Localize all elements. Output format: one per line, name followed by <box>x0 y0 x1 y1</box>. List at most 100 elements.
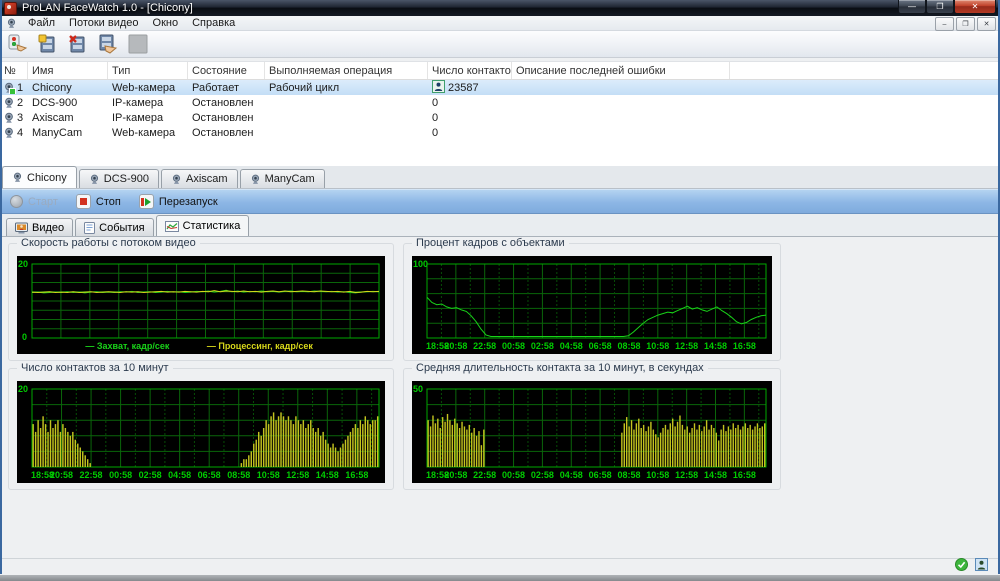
tab-video[interactable]: Видео <box>6 218 73 236</box>
tab-manycam[interactable]: ManyCam <box>240 169 325 188</box>
minimize-button[interactable]: — <box>898 0 926 14</box>
stop-button[interactable]: Стоп <box>76 194 121 209</box>
svg-text:16:58: 16:58 <box>345 470 368 480</box>
menubar: Файл Потоки видео Окно Справка – ❐ ✕ <box>0 16 1000 31</box>
window-title: ProLAN FaceWatch 1.0 - [Chicony] <box>22 2 193 14</box>
close-button[interactable]: ✕ <box>954 0 996 14</box>
row-number: 2 <box>17 97 23 109</box>
titlebar: ProLAN FaceWatch 1.0 - [Chicony] — ❐ ✕ <box>0 0 1000 16</box>
child-window-icon <box>6 18 17 29</box>
mdi-minimize-button[interactable]: – <box>935 17 954 31</box>
table-header: № Имя Тип Состояние Выполняемая операция… <box>0 62 1000 80</box>
svg-text:06:58: 06:58 <box>589 470 612 480</box>
svg-text:100: 100 <box>413 259 428 269</box>
start-button: Старт <box>10 195 58 208</box>
tab-chicony[interactable]: Chicony <box>2 166 77 188</box>
mdi-restore-button[interactable]: ❐ <box>956 17 975 31</box>
svg-text:20:58: 20:58 <box>444 341 467 351</box>
svg-text:02:58: 02:58 <box>139 470 162 480</box>
stream-hand-icon[interactable] <box>96 33 120 55</box>
svg-text:10:58: 10:58 <box>257 470 280 480</box>
webcam-icon <box>89 174 100 185</box>
app-logo-icon <box>4 2 17 15</box>
restart-button[interactable]: Перезапуск <box>139 194 218 209</box>
tab-label: Видео <box>32 222 64 234</box>
groupbox-title: Процент кадров с объектами <box>412 237 569 249</box>
svg-text:00:58: 00:58 <box>502 341 525 351</box>
svg-text:16:58: 16:58 <box>733 470 756 480</box>
camera-tab-bar: Chicony DCS-900 Axiscam ManyCam <box>0 166 1000 189</box>
webcam-icon <box>250 174 261 185</box>
menu-video-streams[interactable]: Потоки видео <box>62 16 145 30</box>
svg-text:12:58: 12:58 <box>286 470 309 480</box>
svg-text:16:58: 16:58 <box>733 341 756 351</box>
statusbar <box>0 558 1000 575</box>
view-tab-bar: Видео События Статистика <box>0 214 1000 236</box>
svg-text:08:58: 08:58 <box>617 341 640 351</box>
tab-label: События <box>99 222 144 234</box>
col-contacts[interactable]: Число контактов <box>428 62 512 79</box>
camera-name: ManyCam <box>28 127 108 139</box>
running-badge <box>9 88 16 94</box>
webcam-running-icon <box>3 82 15 94</box>
contacts-count: 0 <box>428 127 512 139</box>
stream-add-icon[interactable] <box>36 33 60 55</box>
tab-label: ManyCam <box>265 173 315 185</box>
col-num[interactable]: № <box>0 62 28 79</box>
contacts-count: 0 <box>428 97 512 109</box>
groupbox-title: Скорость работы с потоком видео <box>17 237 200 249</box>
camera-state: Работает <box>188 82 265 94</box>
groupbox-stream-speed: Скорость работы с потоком видео 200— Зах… <box>8 243 394 361</box>
svg-text:02:58: 02:58 <box>531 341 554 351</box>
svg-text:02:58: 02:58 <box>531 470 554 480</box>
camera-state: Остановлен <box>188 112 265 124</box>
tab-label: Chicony <box>27 172 67 184</box>
stream-control-icon[interactable] <box>6 33 30 55</box>
col-operation[interactable]: Выполняемая операция <box>265 62 428 79</box>
table-row[interactable]: 3 Axiscam IP-камера Остановлен 0 <box>0 110 1000 125</box>
menu-file[interactable]: Файл <box>21 16 62 30</box>
tab-statistics[interactable]: Статистика <box>156 215 250 236</box>
menu-window[interactable]: Окно <box>146 16 186 30</box>
window-border-left <box>0 0 2 574</box>
camera-type: IP-камера <box>108 97 188 109</box>
webcam-icon <box>12 172 23 183</box>
contacts-count: 0 <box>428 112 512 124</box>
tab-axiscam[interactable]: Axiscam <box>161 169 238 188</box>
restart-label: Перезапуск <box>159 196 218 208</box>
col-type[interactable]: Тип <box>108 62 188 79</box>
tab-events[interactable]: События <box>75 218 153 236</box>
svg-text:20: 20 <box>18 259 28 269</box>
table-row[interactable]: 2 DCS-900 IP-камера Остановлен 0 <box>0 95 1000 110</box>
mdi-close-button[interactable]: ✕ <box>977 17 996 31</box>
table-row[interactable]: 1 Chicony Web-камера Работает Рабочий ци… <box>0 80 1000 95</box>
main-toolbar <box>0 31 1000 58</box>
svg-text:10:58: 10:58 <box>646 341 669 351</box>
statistics-icon <box>165 221 179 232</box>
stream-delete-icon[interactable] <box>66 33 90 55</box>
table-row[interactable]: 4 ManyCam Web-камера Остановлен 0 <box>0 125 1000 140</box>
svg-text:14:58: 14:58 <box>316 470 339 480</box>
menu-help[interactable]: Справка <box>185 16 242 30</box>
groupbox-title: Средняя длительность контакта за 10 мину… <box>412 362 708 374</box>
tab-label: Axiscam <box>186 173 228 185</box>
contacts-count: 23587 <box>448 82 479 94</box>
chart-contact-duration: 5018:5820:5822:5800:5802:5804:5806:5808:… <box>412 381 772 483</box>
app-window: ProLAN FaceWatch 1.0 - [Chicony] — ❐ ✕ Ф… <box>0 0 1000 574</box>
svg-text:00:58: 00:58 <box>109 470 132 480</box>
svg-text:04:58: 04:58 <box>560 341 583 351</box>
chart-frames-percent: 10018:5820:5822:5800:5802:5804:5806:5808… <box>412 256 772 354</box>
chart-stream-speed: 200— Захват, кадр/сек— Процессинг, кадр/… <box>17 256 385 354</box>
col-error[interactable]: Описание последней ошибки <box>512 62 730 79</box>
tab-dcs-900[interactable]: DCS-900 <box>79 169 159 188</box>
svg-text:50: 50 <box>413 384 423 394</box>
col-state[interactable]: Состояние <box>188 62 265 79</box>
svg-text:22:58: 22:58 <box>473 341 496 351</box>
svg-text:12:58: 12:58 <box>675 470 698 480</box>
stop-icon <box>76 194 91 209</box>
groupbox-frames-percent: Процент кадров с объектами 10018:5820:58… <box>403 243 781 361</box>
col-name[interactable]: Имя <box>28 62 108 79</box>
contacts-icon <box>432 80 445 96</box>
maximize-button[interactable]: ❐ <box>926 0 954 14</box>
camera-name: Chicony <box>28 82 108 94</box>
